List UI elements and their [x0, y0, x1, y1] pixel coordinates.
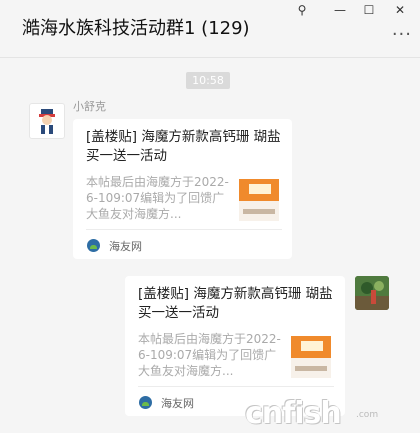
more-options-icon[interactable]: ··· [392, 24, 412, 45]
chat-header: 澔海水族科技活动群1 (129) ⚲ — ☐ ✕ ··· [0, 0, 420, 58]
minimize-icon[interactable]: — [326, 0, 354, 22]
source-logo-icon [139, 396, 152, 409]
card-title: [盖楼贴] 海魔方新款高钙珊 瑚盐买一送一活动 [138, 286, 333, 321]
close-icon[interactable]: ✕ [386, 0, 414, 22]
card-description: 本帖最后由海魔方于2022-6-109:07编辑为了回馈广大鱼友对海魔方... [138, 332, 281, 378]
link-card[interactable]: [盖楼贴] 海魔方新款高钙珊 瑚盐买一送一活动 本帖最后由海魔方于2022-6-… [73, 119, 292, 259]
timestamp-badge: 10:58 [186, 72, 230, 89]
card-source: 海友网 [109, 240, 142, 253]
card-title: [盖楼贴] 海魔方新款高钙珊 瑚盐买一送一活动 [86, 129, 281, 164]
card-divider [86, 229, 282, 230]
card-divider [138, 386, 334, 387]
link-card[interactable]: [盖楼贴] 海魔方新款高钙珊 瑚盐买一送一活动 本帖最后由海魔方于2022-6-… [125, 276, 345, 416]
card-description: 本帖最后由海魔方于2022-6-109:07编辑为了回馈广大鱼友对海魔方... [86, 175, 229, 221]
card-thumbnail [239, 179, 279, 221]
watermark-suffix: .com [356, 410, 379, 420]
sender-name: 小舒克 [73, 100, 106, 113]
photo-avatar-icon[interactable] [355, 276, 389, 310]
watermark-logo: cnfish [245, 396, 342, 431]
maximize-icon[interactable]: ☐ [355, 0, 383, 22]
card-thumbnail [291, 336, 331, 378]
pin-icon[interactable]: ⚲ [288, 0, 316, 22]
source-logo-icon [87, 239, 100, 252]
chat-title: 澔海水族科技活动群1 (129) [22, 18, 250, 39]
cartoon-avatar-icon[interactable] [29, 103, 65, 139]
card-source: 海友网 [161, 397, 194, 410]
